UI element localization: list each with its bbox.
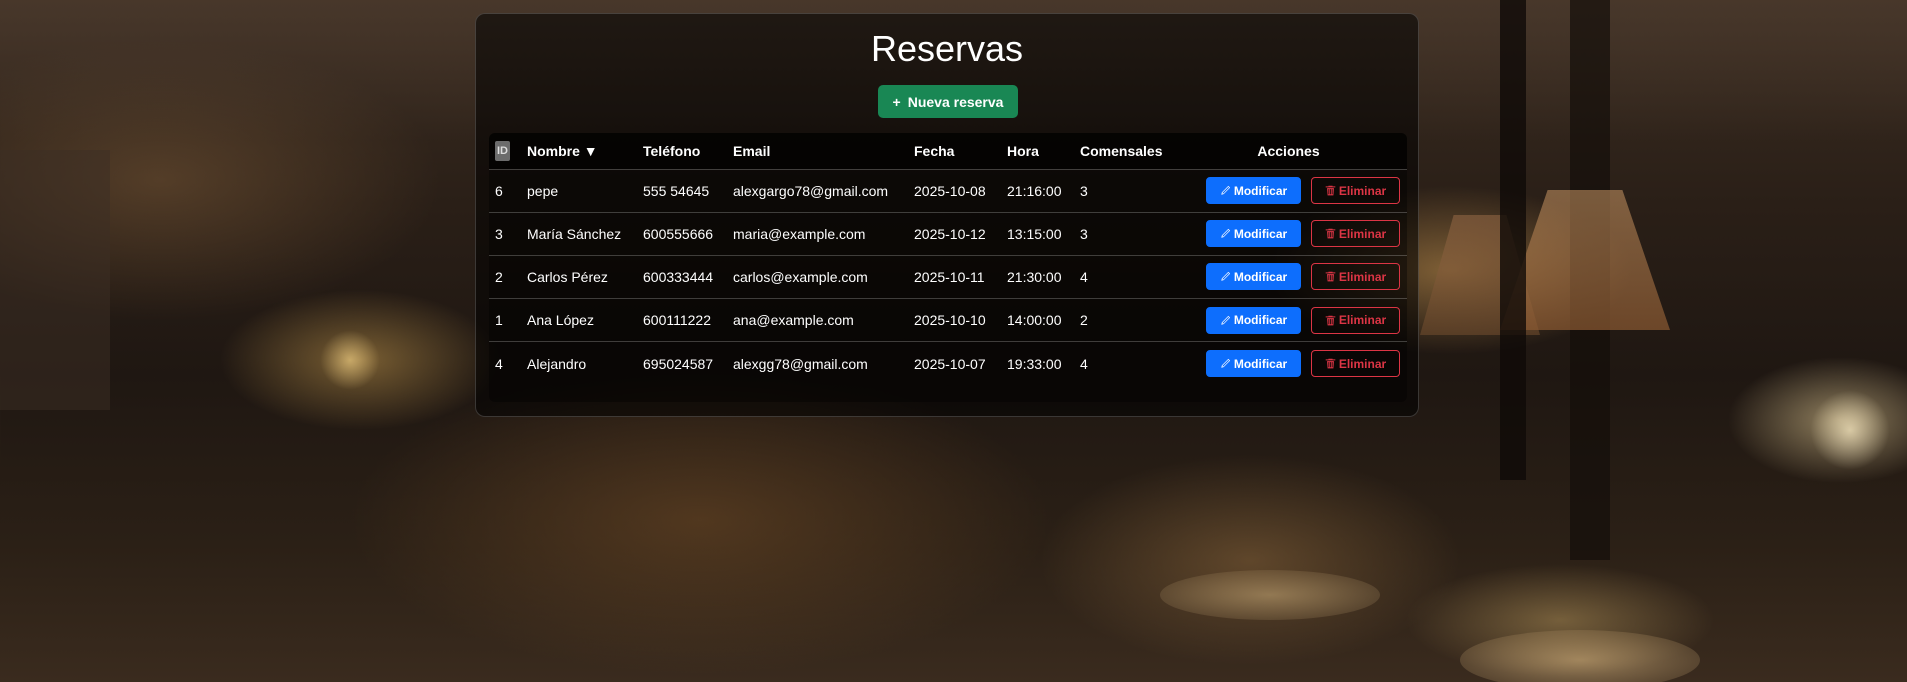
column-header-hora[interactable]: Hora [1001, 133, 1074, 169]
cell-email: alexgg78@gmail.com [733, 355, 868, 372]
cell-nombre: pepe [527, 182, 559, 199]
delete-button[interactable]: Eliminar [1311, 263, 1400, 291]
cell-telefono: 600111222 [643, 312, 711, 329]
cell-nombre: Carlos Pérez [527, 268, 608, 285]
cell-hora: 21:30:00 [1007, 268, 1062, 285]
column-header-comensales[interactable]: Comensales [1074, 133, 1170, 169]
cell-id: 2 [495, 268, 503, 285]
modify-label: Modificar [1233, 313, 1288, 328]
delete-button[interactable]: Eliminar [1311, 350, 1400, 378]
column-header-nombre[interactable]: Nombre ▼ [521, 133, 637, 169]
cell-comensales: 4 [1080, 268, 1088, 285]
modify-label: Modificar [1233, 356, 1288, 371]
table-row: 3 María Sánchez 600555666 maria@example.com… [489, 212, 1407, 255]
delete-button[interactable]: Eliminar [1311, 177, 1400, 205]
delete-label: Eliminar [1338, 269, 1387, 284]
modify-label: Modificar [1233, 183, 1288, 198]
delete-label: Eliminar [1338, 356, 1387, 371]
cell-id: 1 [495, 312, 503, 329]
cell-hora: 19:33:00 [1007, 355, 1062, 372]
cell-telefono: 555 54645 [643, 182, 710, 199]
cell-fecha: 2025-10-08 [914, 182, 986, 199]
modify-label: Modificar [1233, 269, 1288, 284]
cell-hora: 21:16:00 [1007, 182, 1062, 199]
trash-icon [1325, 271, 1336, 282]
delete-label: Eliminar [1338, 226, 1387, 241]
modify-button[interactable]: Modificar [1206, 177, 1301, 205]
cell-fecha: 2025-10-07 [914, 355, 986, 372]
table-header-row: ID Nombre ▼ Teléfono Email Fecha Hora Co… [489, 133, 1407, 169]
cell-telefono: 600555666 [643, 225, 714, 242]
cell-nombre: Ana López [527, 312, 594, 329]
cell-email: alexgargo78@gmail.com [733, 182, 889, 199]
reservations-table: ID Nombre ▼ Teléfono Email Fecha Hora Co… [489, 133, 1407, 385]
cell-telefono: 695024587 [643, 355, 714, 372]
cell-comensales: 3 [1080, 182, 1088, 199]
cell-comensales: 3 [1080, 225, 1088, 242]
trash-icon [1325, 185, 1336, 196]
delete-button[interactable]: Eliminar [1311, 306, 1400, 334]
cell-actions: Modificar Eliminar [1170, 342, 1407, 385]
trash-icon [1325, 228, 1336, 239]
cell-id: 3 [495, 225, 503, 242]
delete-label: Eliminar [1338, 183, 1387, 198]
plus-icon: + [892, 93, 901, 110]
cell-actions: Modificar Eliminar [1170, 255, 1407, 298]
pencil-icon [1220, 228, 1231, 239]
cell-fecha: 2025-10-11 [914, 268, 985, 285]
table-row: 2 Carlos Pérez 600333444 carlos@example.com… [489, 255, 1407, 298]
new-reservation-button[interactable]: + Nueva reserva [878, 85, 1018, 118]
delete-label: Eliminar [1338, 313, 1387, 328]
column-header-fecha[interactable]: Fecha [908, 133, 1001, 169]
modify-button[interactable]: Modificar [1206, 306, 1301, 334]
pencil-icon [1220, 271, 1231, 282]
cell-hora: 13:15:00 [1007, 225, 1062, 242]
cell-nombre: María Sánchez [527, 225, 622, 242]
trash-icon [1325, 358, 1336, 369]
cell-email: ana@example.com [733, 312, 854, 329]
modify-button[interactable]: Modificar [1206, 350, 1301, 378]
cell-id: 6 [495, 182, 503, 199]
pencil-icon [1220, 358, 1231, 369]
cell-nombre: Alejandro [527, 355, 587, 372]
cell-email: carlos@example.com [733, 268, 868, 285]
trash-icon [1325, 315, 1336, 326]
column-header-telefono[interactable]: Teléfono [637, 133, 727, 169]
cell-fecha: 2025-10-10 [914, 312, 986, 329]
cell-id: 4 [495, 355, 503, 372]
table-row: 4 Alejandro 695024587 alexgg78@gmail.com 202… [489, 341, 1407, 385]
reservations-table-wrapper: ID Nombre ▼ Teléfono Email Fecha Hora Co… [489, 133, 1407, 402]
cell-actions: Modificar Eliminar [1170, 299, 1407, 342]
delete-button[interactable]: Eliminar [1311, 220, 1400, 248]
reservations-panel: Reservas + Nueva reserva ID Nombre ▼ Tel… [475, 13, 1419, 417]
column-header-acciones: Acciones [1257, 142, 1320, 159]
cell-fecha: 2025-10-12 [914, 225, 986, 242]
cell-email: maria@example.com [733, 225, 866, 242]
cell-actions: Modificar Eliminar [1170, 169, 1407, 212]
column-header-id[interactable]: ID [489, 133, 521, 169]
new-reservation-label: Nueva reserva [907, 93, 1004, 110]
page-title: Reservas [870, 28, 1024, 69]
cell-actions: Modificar Eliminar [1170, 212, 1407, 255]
column-header-email[interactable]: Email [727, 133, 908, 169]
pencil-icon [1220, 315, 1231, 326]
cell-hora: 14:00:00 [1007, 312, 1062, 329]
cell-telefono: 600333444 [643, 268, 714, 285]
modify-button[interactable]: Modificar [1206, 263, 1301, 291]
table-row: 6 pepe 555 54645 alexgargo78@gmail.com 2025-… [489, 169, 1407, 212]
modify-label: Modificar [1233, 226, 1288, 241]
modify-button[interactable]: Modificar [1206, 220, 1301, 248]
cell-comensales: 2 [1080, 312, 1088, 329]
pencil-icon [1220, 185, 1231, 196]
table-row: 1 Ana López 600111222 ana@example.com 2025-1… [489, 298, 1407, 342]
cell-comensales: 4 [1080, 355, 1088, 372]
